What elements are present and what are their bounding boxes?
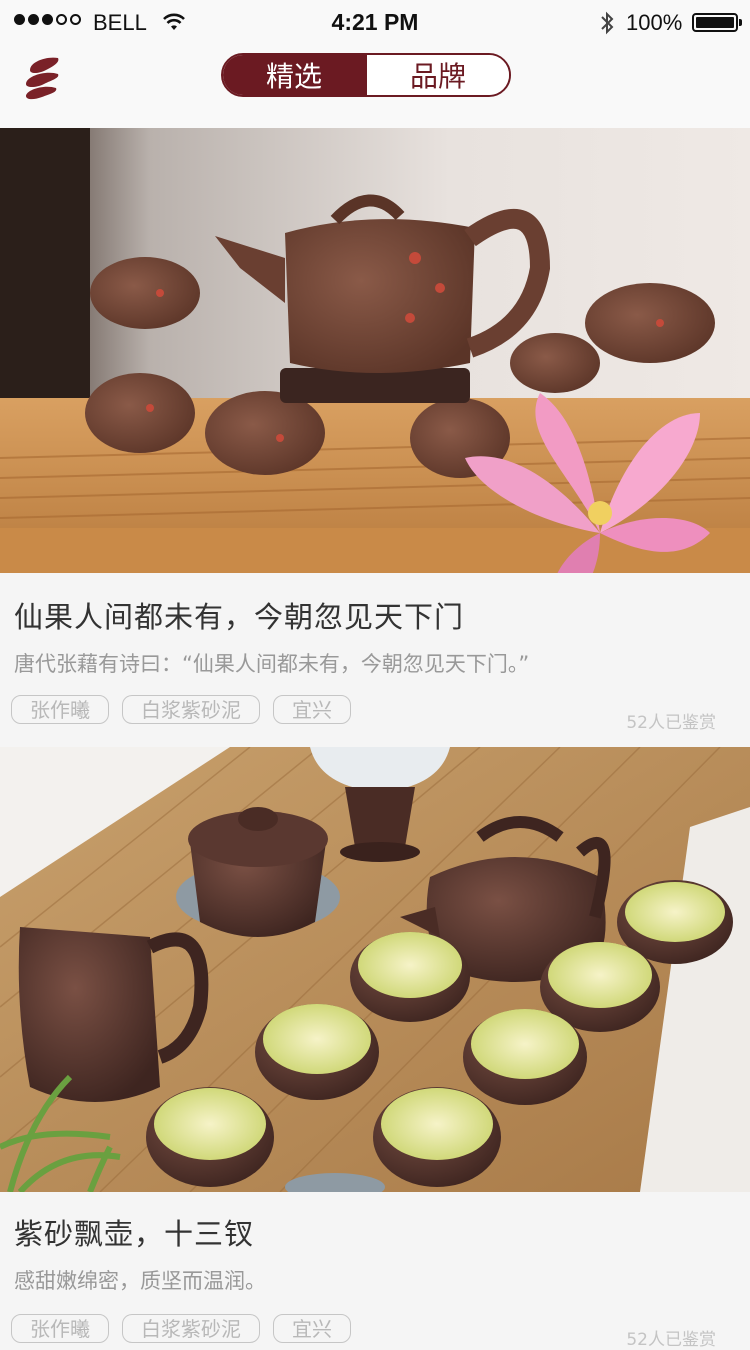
tag-list: 张作曦 白浆紫砂泥 宜兴 — [11, 695, 351, 724]
battery-percent: 100% — [626, 10, 683, 35]
teapot-photo[interactable] — [0, 128, 750, 573]
status-bar: BELL 4:21 PM 100% — [0, 0, 750, 46]
view-count: 52人已鉴赏 — [626, 1330, 716, 1350]
tag-list: 张作曦 白浆紫砂泥 宜兴 — [11, 1314, 351, 1343]
tag-material[interactable]: 白浆紫砂泥 — [122, 695, 260, 724]
tag-artist[interactable]: 张作曦 — [11, 695, 109, 724]
view-count: 52人已鉴赏 — [626, 713, 716, 733]
top-navigation-bar: 精选 品牌 — [0, 46, 750, 128]
article-card[interactable]: 紫砂飘壶，十三钗 感甜嫩绵密，质坚而温润。 张作曦 白浆紫砂泥 宜兴 52人已鉴… — [0, 747, 750, 1350]
article-description: 感甜嫩绵密，质坚而温润。 — [14, 1269, 266, 1293]
tag-origin[interactable]: 宜兴 — [273, 1314, 351, 1343]
battery-icon — [692, 13, 738, 32]
tag-artist[interactable]: 张作曦 — [11, 1314, 109, 1343]
tag-material[interactable]: 白浆紫砂泥 — [122, 1314, 260, 1343]
segmented-control: 精选 品牌 — [221, 53, 511, 97]
article-card[interactable]: 仙果人间都未有，今朝忽见天下门 唐代张藉有诗曰：“仙果人间都未有，今朝忽见天下门… — [0, 128, 750, 748]
tea-set-photo[interactable] — [0, 747, 750, 1192]
tag-origin[interactable]: 宜兴 — [273, 695, 351, 724]
article-title[interactable]: 紫砂飘壶，十三钗 — [14, 1211, 254, 1253]
tab-brands[interactable]: 品牌 — [365, 55, 509, 95]
article-title[interactable]: 仙果人间都未有，今朝忽见天下门 — [14, 594, 464, 636]
tab-featured[interactable]: 精选 — [223, 55, 365, 95]
brand-logo-icon[interactable] — [20, 54, 64, 102]
bluetooth-icon — [601, 11, 614, 35]
article-description: 唐代张藉有诗曰：“仙果人间都未有，今朝忽见天下门。” — [14, 652, 530, 676]
